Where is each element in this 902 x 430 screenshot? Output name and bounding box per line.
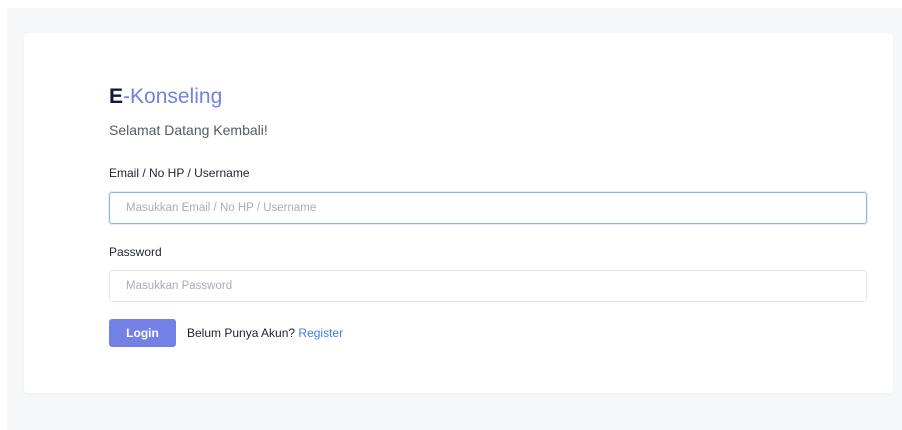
login-button[interactable]: Login: [109, 319, 176, 347]
register-link[interactable]: Register: [298, 326, 343, 340]
login-card: E-Konseling Selamat Datang Kembali! Emai…: [24, 33, 893, 393]
register-prompt-text: Belum Punya Akun?: [187, 326, 296, 340]
brand-logo: E-Konseling: [109, 85, 222, 109]
password-input[interactable]: [109, 270, 867, 302]
welcome-heading: Selamat Datang Kembali!: [109, 122, 268, 138]
password-label: Password: [109, 245, 162, 259]
email-input[interactable]: [109, 192, 867, 224]
email-label: Email / No HP / Username: [109, 166, 250, 180]
brand-letter: E: [109, 85, 124, 108]
brand-suffix: -Konseling: [123, 85, 223, 108]
register-prompt: Belum Punya Akun? Register: [187, 326, 343, 340]
